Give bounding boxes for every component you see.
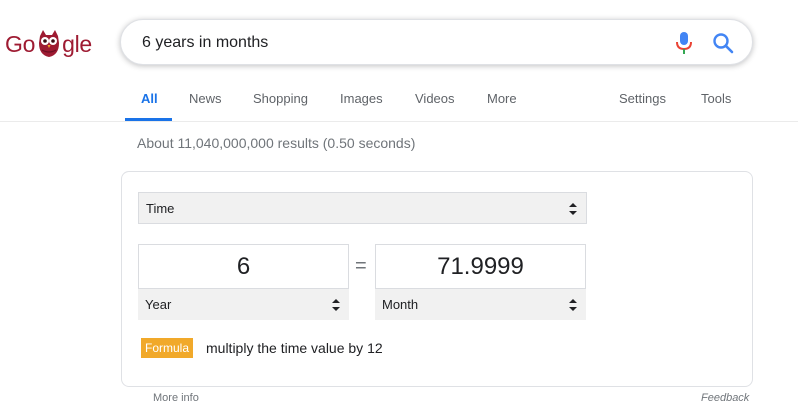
tab-more[interactable]: More <box>487 91 517 106</box>
more-info-link[interactable]: More info <box>153 392 199 404</box>
from-value-input[interactable]: 6 <box>139 245 348 288</box>
tab-videos[interactable]: Videos <box>415 91 455 106</box>
microphone-icon[interactable] <box>674 31 694 55</box>
google-logo[interactable]: Go gle <box>5 28 92 60</box>
owl-doodle-icon <box>39 30 60 57</box>
equals-sign: = <box>355 255 367 277</box>
tab-tools[interactable]: Tools <box>701 91 731 106</box>
tab-news[interactable]: News <box>189 91 222 106</box>
formula-text: multiply the time value by 12 <box>206 340 383 356</box>
to-value-input[interactable]: 71.9999 <box>376 245 585 288</box>
search-box <box>120 19 753 65</box>
select-arrows-icon <box>332 299 340 311</box>
search-icon[interactable] <box>712 32 734 54</box>
category-select[interactable]: Time <box>138 192 587 224</box>
tab-all[interactable]: All <box>141 91 158 106</box>
logo-text-start: Go <box>5 30 36 57</box>
from-unit-box: 6 Year <box>138 244 349 320</box>
to-unit-value: Month <box>382 297 419 312</box>
search-tabs: All News Shopping Images Videos More Set… <box>0 78 798 122</box>
unit-converter-card: Time 6 Year = 71.9999 Month Formula mult… <box>121 171 753 387</box>
to-unit-box: 71.9999 Month <box>375 244 586 320</box>
formula-badge: Formula <box>141 338 194 358</box>
to-unit-select[interactable]: Month <box>375 288 586 320</box>
category-select-value: Time <box>146 201 175 216</box>
from-unit-value: Year <box>145 297 172 312</box>
from-unit-select[interactable]: Year <box>138 288 349 320</box>
active-tab-indicator <box>125 118 172 121</box>
feedback-link[interactable]: Feedback <box>701 392 749 404</box>
result-stats: About 11,040,000,000 results (0.50 secon… <box>137 135 416 151</box>
select-arrows-icon <box>569 203 577 215</box>
select-arrows-icon <box>569 299 577 311</box>
tab-images[interactable]: Images <box>340 91 383 106</box>
tab-settings[interactable]: Settings <box>619 91 666 106</box>
logo-text-end: gle <box>62 30 92 57</box>
tab-shopping[interactable]: Shopping <box>253 91 308 106</box>
search-input[interactable] <box>142 32 642 54</box>
